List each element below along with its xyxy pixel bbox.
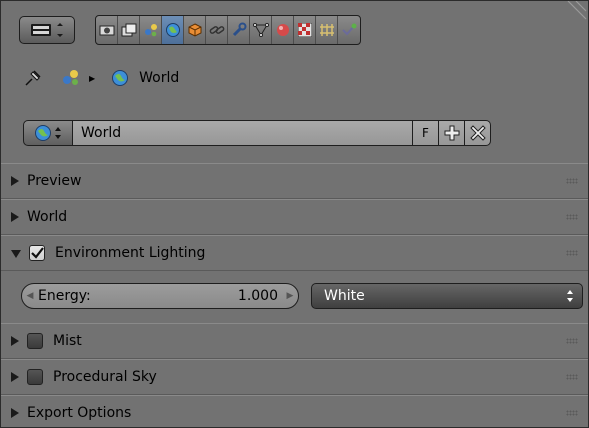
object-icon [188,23,201,37]
properties-editor: ▶ World World F Preview World Environmen… [0,0,589,428]
tab-data[interactable] [250,16,272,44]
panel-export-options[interactable]: Export Options [1,395,588,427]
collapsed-triangle-icon [11,336,19,346]
context-path: ▶ World [23,67,179,89]
add-world-button[interactable] [439,120,465,146]
modifiers-icon [232,22,246,37]
tab-constraints[interactable] [206,16,228,44]
collapsed-triangle-icon [11,408,19,418]
tab-render-layers[interactable] [118,16,140,44]
header-toolbar [19,15,361,45]
editor-type-button[interactable] [19,16,75,44]
panel-label: Environment Lighting [55,245,206,261]
fake-user-button[interactable]: F [413,120,439,146]
panel-mist[interactable]: Mist [1,323,588,359]
environment-color-value: White [324,288,365,304]
particles-icon [319,24,334,36]
energy-value: 1.000 [237,288,278,304]
texture-icon [297,23,312,37]
tab-object[interactable] [184,16,206,44]
tab-world[interactable] [162,16,184,44]
panel-procedural-sky[interactable]: Procedural Sky [1,359,588,395]
panel-world[interactable]: World [1,199,588,235]
energy-label: Energy: [38,288,91,304]
checkmark-icon [31,247,44,259]
up-down-arrows-icon [567,290,573,302]
drag-grip-icon[interactable] [566,178,578,184]
tab-material[interactable] [272,16,294,44]
pin-icon[interactable] [23,68,43,88]
world-icon [35,125,51,141]
tab-physics[interactable] [338,16,360,44]
world-datablock-selector: World F [23,119,491,147]
area-split-corner-icon[interactable] [562,0,589,23]
decrement-arrow-icon[interactable]: ◀ [22,291,38,301]
world-icon [165,23,180,37]
editor-type-icon [31,23,63,37]
environment-color-select[interactable]: White [311,283,583,309]
path-separator-icon: ▶ [89,73,96,83]
render-layers-icon [121,23,136,37]
constraints-icon [209,26,224,34]
world-name-field[interactable]: World [73,120,413,146]
increment-arrow-icon[interactable]: ▶ [282,291,298,301]
scene-icon [63,70,78,85]
panel-label: World [27,209,68,225]
collapsed-triangle-icon [11,176,19,186]
material-icon [276,24,289,36]
tab-modifiers[interactable] [228,16,250,44]
scene-icon [144,24,157,37]
drag-grip-icon[interactable] [566,338,578,344]
world-name-value: World [81,125,122,141]
world-icon [112,70,129,86]
panel-environment-lighting[interactable]: Environment Lighting [1,235,588,271]
tab-render[interactable] [96,16,118,44]
panel-preview[interactable]: Preview [1,163,588,199]
context-tabs [95,15,361,45]
render-icon [99,25,114,36]
data-icon [252,23,269,37]
collapsed-triangle-icon [11,372,19,382]
drag-grip-icon[interactable] [566,410,578,416]
up-down-arrows-icon [55,127,61,139]
environment-lighting-body: ◀ Energy: 1.000 ▶ White [1,271,588,321]
mist-checkbox[interactable] [27,333,43,349]
expanded-triangle-icon [11,250,21,258]
panel-label: Export Options [27,405,132,421]
drag-grip-icon[interactable] [566,250,578,256]
tab-scene[interactable] [140,16,162,44]
tab-texture[interactable] [294,16,316,44]
context-world-label: World [139,70,180,86]
collapsed-triangle-icon [11,212,19,222]
panel-label: Preview [27,173,82,189]
unlink-world-button[interactable] [465,120,491,146]
panel-label: Procedural Sky [53,369,157,385]
plus-icon [444,125,459,141]
energy-field[interactable]: ◀ Energy: 1.000 ▶ [21,283,299,309]
environment-lighting-checkbox[interactable] [29,245,45,261]
browse-world-button[interactable] [23,120,73,146]
close-icon [469,125,486,141]
procedural-sky-checkbox[interactable] [27,369,43,385]
panel-label: Mist [53,333,82,349]
drag-grip-icon[interactable] [566,374,578,380]
physics-icon [342,23,357,36]
tab-particles[interactable] [316,16,338,44]
drag-grip-icon[interactable] [566,214,578,220]
fake-user-label: F [422,126,429,140]
